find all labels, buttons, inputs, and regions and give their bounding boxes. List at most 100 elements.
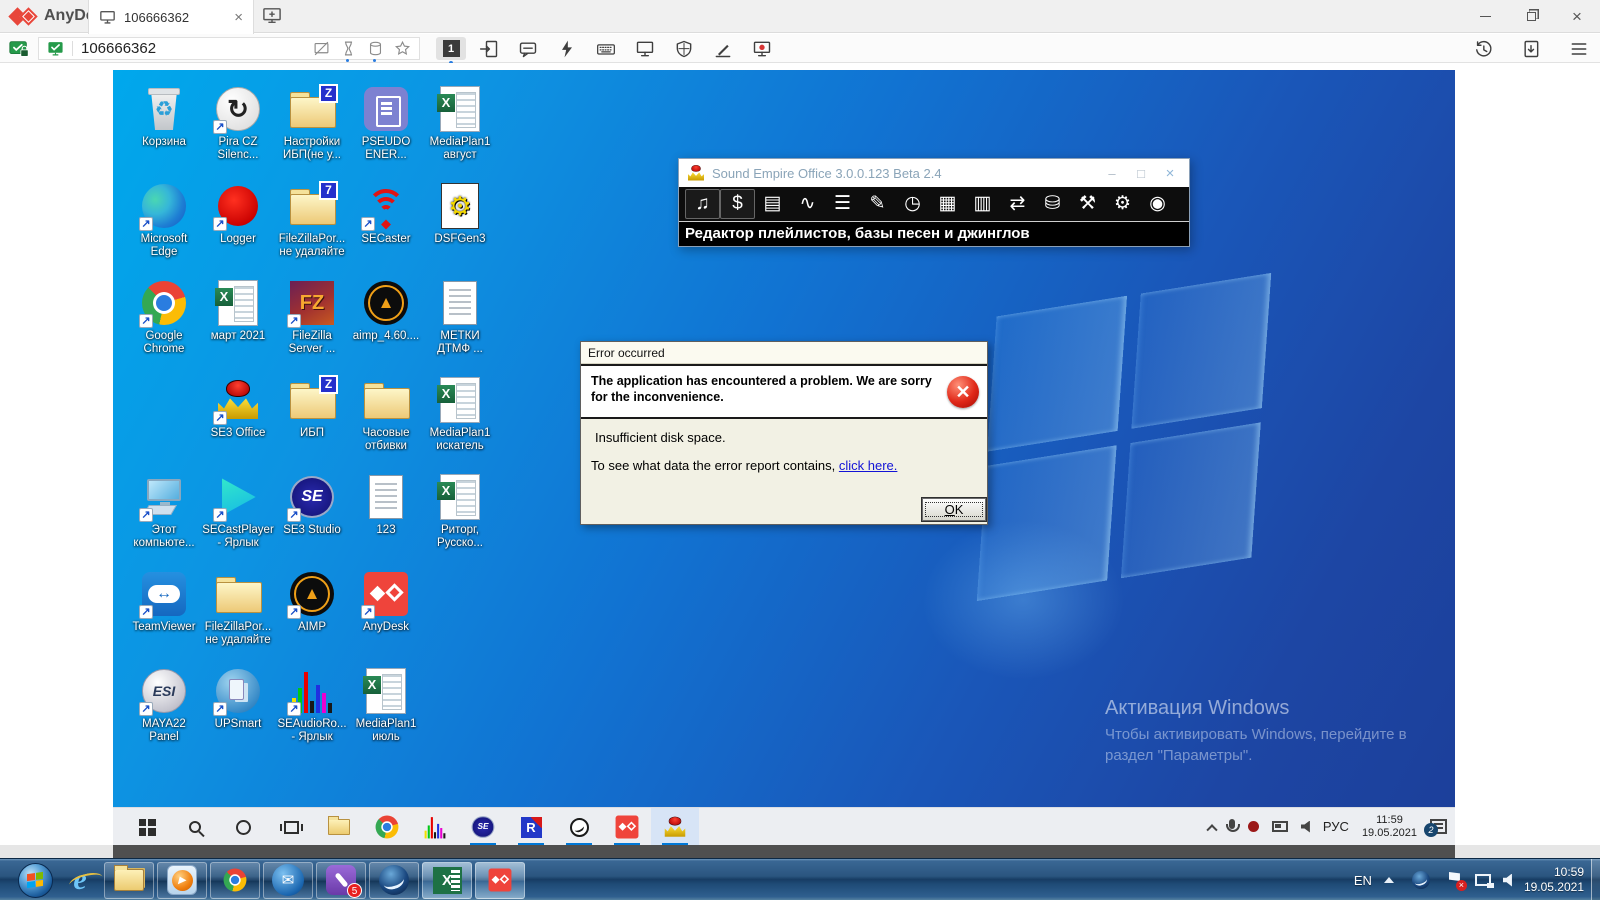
remote-clock[interactable]: 11:5919.05.2021 [1362,814,1417,840]
report-link[interactable]: click here. [839,458,898,473]
host-taskbar-windows-explorer[interactable] [104,862,154,899]
desktop-icon-se3[interactable]: SE↗SE3 Studio [275,473,349,537]
restore-button[interactable] [1508,0,1554,33]
keyboard-button[interactable] [595,38,617,60]
address-book-button[interactable] [1520,38,1542,60]
sound-empire-title-bar[interactable]: Sound Empire Office 3.0.0.123 Beta 2.4 –… [679,159,1189,187]
desktop-icon-folder[interactable]: ZНастройки ИБП(не у... [275,85,349,162]
show-desktop-button[interactable] [1591,859,1600,900]
exchange-icon[interactable]: ⇄ [1000,189,1035,219]
desktop-icon-excel[interactable]: MediaPlan1 июль [349,667,423,744]
scheduler-icon[interactable]: ◷ [895,189,930,219]
address-field[interactable]: 106666362 [38,37,420,60]
desktop-icon-play[interactable]: ↗SECastPlayer - Ярлык [201,473,275,550]
view-icon[interactable]: ◉ [1140,189,1175,219]
tray-expand-icon[interactable] [1384,877,1394,883]
desktop-icon-chrome[interactable]: ↗Google Chrome [127,279,201,356]
desktop-icon-excel[interactable]: март 2021 [201,279,275,343]
microphone-icon[interactable] [1229,819,1235,829]
network-icon[interactable] [1272,821,1288,832]
desktop-icon-anydesk[interactable]: ↗AnyDesk [349,570,423,634]
taskbar-se-audio-router[interactable] [411,808,459,845]
speaker-icon[interactable] [1301,821,1310,833]
display-settings-button[interactable] [634,38,656,60]
music-icon[interactable]: ♫ [685,189,720,219]
host-language-indicator[interactable]: EN [1354,873,1372,888]
database-icon[interactable]: ⛁ [1035,189,1070,219]
chat-button[interactable] [517,38,539,60]
settings-icon[interactable]: ⚙ [1105,189,1140,219]
desktop-icon-folder[interactable]: 7FileZillaPor... не удаляйте [275,182,349,259]
desktop-icon-excel[interactable]: Риторг, Русско... [423,473,497,550]
history-button[interactable] [1472,38,1494,60]
documents-icon[interactable]: ▤ [755,189,790,219]
desktop-icon-upsmart[interactable]: ↗UPSmart [201,667,275,731]
taskbar-google-chrome[interactable] [363,808,411,845]
desktop-icon-aimp[interactable]: ▲aimp_4.60.... [349,279,423,343]
host-taskbar-start-orb[interactable] [14,862,56,899]
taskbar-sound-empire-office[interactable] [651,808,699,845]
remote-desktop[interactable]: ♻Корзина↻↗Pira CZ Silenc...ZНастройки ИБ… [113,70,1455,845]
desktop-icon-gearpage[interactable]: ⚙DSFGen3 [423,182,497,246]
tray-chevron-icon[interactable] [1206,824,1217,835]
desktop-icon-recycle[interactable]: ♻Корзина [127,85,201,149]
host-network-icon[interactable] [1475,874,1491,886]
desktop-icon-folder[interactable]: FileZillaPor... не удаляйте [201,570,275,647]
action-center-flag-icon[interactable] [1448,872,1463,888]
edit-icon[interactable]: ✎ [860,189,895,219]
se-maximize-button[interactable]: □ [1130,166,1152,181]
tray-app-icon[interactable] [1412,871,1430,889]
taskbar-search-button[interactable] [171,808,219,845]
grid-icon[interactable]: ▦ [930,189,965,219]
playlist-icon[interactable]: ☰ [825,189,860,219]
new-session-tab-button[interactable] [262,7,282,25]
file-transfer-icon[interactable] [367,40,384,57]
session-invite-button[interactable] [478,38,500,60]
host-taskbar-thunderbird[interactable]: ✉ [263,862,313,899]
taskbar-file-explorer[interactable] [315,808,363,845]
permissions-shield-button[interactable] [673,38,695,60]
host-taskbar-google-chrome[interactable] [210,862,260,899]
error-dialog[interactable]: Error occurred The application has encou… [580,341,988,525]
tab-close-icon[interactable]: × [234,9,243,26]
taskbar-cortana-button[interactable] [219,808,267,845]
error-dialog-title[interactable]: Error occurred [581,342,987,364]
desktop-icon-doc[interactable]: 123 [349,473,423,537]
notification-center-icon[interactable]: 2 [1430,819,1447,834]
desktop-icon-tv[interactable]: ↔↗TeamViewer [127,570,201,634]
session-duration-icon[interactable] [340,40,357,57]
taskbar-task-view-button[interactable] [267,808,315,845]
host-taskbar-pira-cz[interactable] [369,862,419,899]
desktop-icon-fz[interactable]: FZ↗FileZilla Server ... [275,279,349,356]
main-menu-button[interactable] [1568,38,1590,60]
taskbar-pira-cz[interactable] [555,808,603,845]
se-close-button[interactable]: × [1159,165,1181,182]
host-taskbar-media-player[interactable]: ▶ [157,862,207,899]
billing-icon[interactable]: $ [720,189,755,219]
desktop-icon-waves[interactable]: ↗SECaster [349,182,423,246]
desktop-icon-doc[interactable]: МЕТКИ ДТМФ ... [423,279,497,356]
favorite-icon[interactable] [394,40,411,57]
desktop-icon-thispc[interactable]: ↗Этот компьюте... [127,473,201,550]
tools-icon[interactable]: ⚒ [1070,189,1105,219]
ok-button[interactable]: OK [922,498,986,521]
host-speaker-icon[interactable] [1503,874,1512,887]
host-taskbar-viber[interactable]: 5 [316,862,366,899]
host-taskbar-internet-explorer[interactable]: e [59,862,101,899]
screenshot-icon[interactable] [313,40,330,57]
close-button[interactable]: × [1554,0,1600,33]
desktop-icon-folder[interactable]: Часовые отбивки [349,376,423,453]
desktop-icon-excel[interactable]: MediaPlan1 август [423,85,497,162]
desktop-icon-edge[interactable]: ↗Microsoft Edge [127,182,201,259]
host-taskbar-excel[interactable]: X [422,862,472,899]
monitor-1-tab[interactable]: 1 [436,37,466,60]
taskbar-anydesk[interactable] [603,808,651,845]
session-tab[interactable]: 106666362 × [88,0,254,34]
desktop-icon-esi[interactable]: ESI↗MAYA22 Panel [127,667,201,744]
host-clock[interactable]: 10:5919.05.2021 [1524,865,1584,895]
desktop-icon-excel[interactable]: MediaPlan1 искатель [423,376,497,453]
journal-icon[interactable]: ▥ [965,189,1000,219]
desktop-icon-eq[interactable]: ↗SEAudioRo... - Ярлык [275,667,349,744]
sound-empire-window[interactable]: Sound Empire Office 3.0.0.123 Beta 2.4 –… [678,158,1190,247]
actions-button[interactable] [556,38,578,60]
